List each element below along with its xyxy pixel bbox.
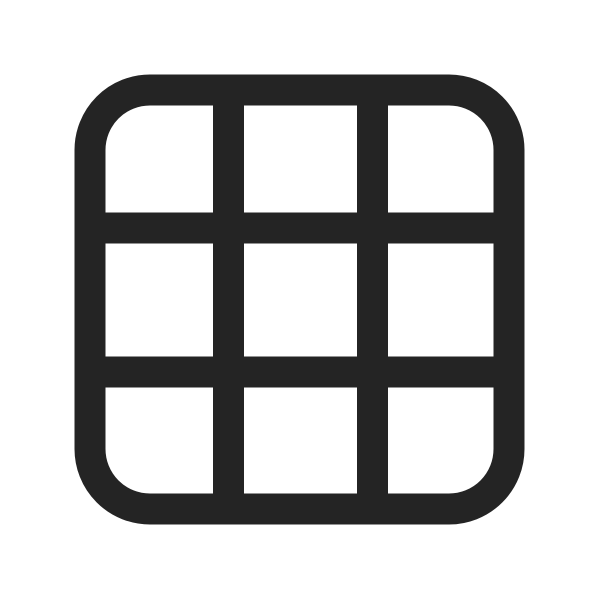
grid-frame [74,74,525,525]
icon-canvas [0,0,600,600]
grid-icon [74,74,525,525]
